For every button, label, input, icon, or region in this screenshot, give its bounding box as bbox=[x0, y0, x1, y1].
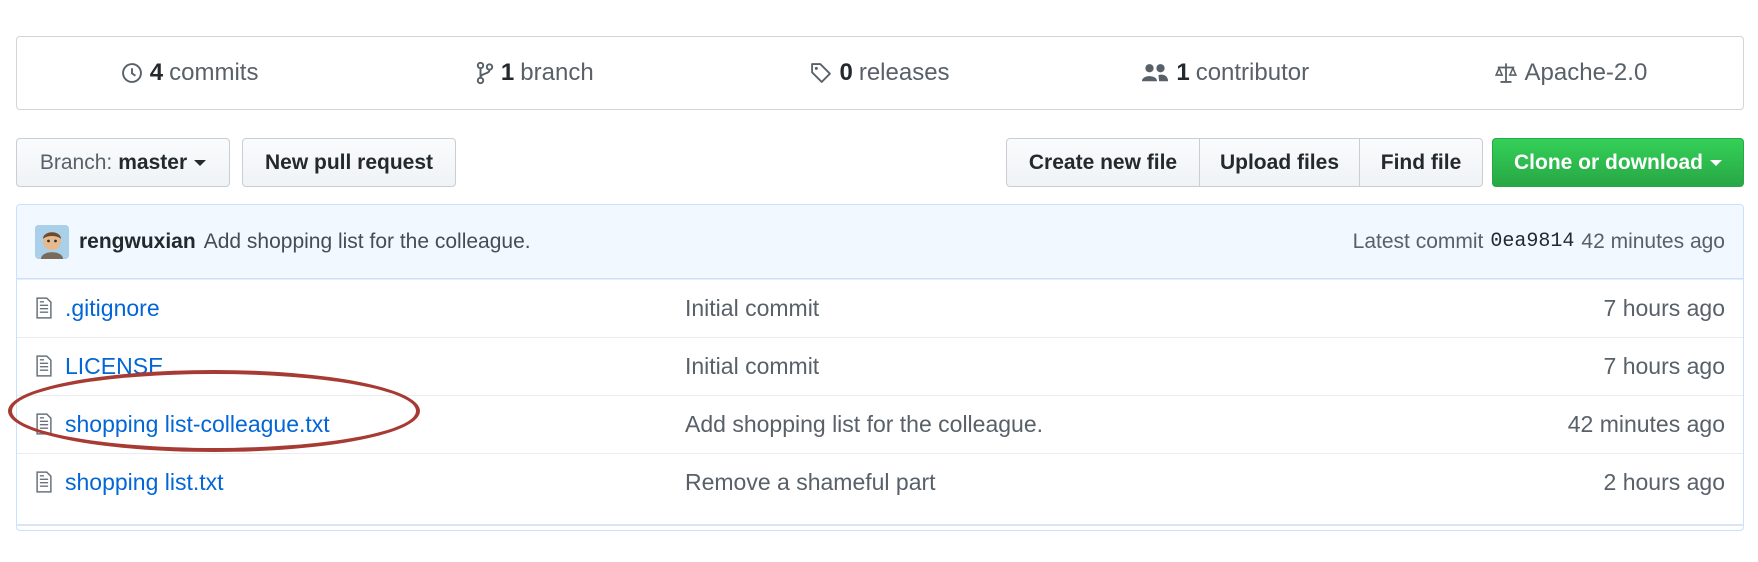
find-file-button[interactable]: Find file bbox=[1359, 138, 1483, 187]
numbers-summary: 4 commits 1 branch 0 releases 1 contribu… bbox=[16, 36, 1744, 110]
file-commit-message[interactable]: Initial commit bbox=[685, 295, 819, 322]
file-name-link[interactable]: shopping list.txt bbox=[65, 469, 224, 496]
table-row: .gitignore Initial commit 7 hours ago bbox=[17, 279, 1743, 337]
table-row: LICENSE Initial commit 7 hours ago bbox=[17, 337, 1743, 395]
readme-divider bbox=[16, 524, 1744, 526]
create-new-file-button[interactable]: Create new file bbox=[1006, 138, 1200, 187]
clone-label: Clone or download bbox=[1514, 150, 1703, 174]
file-icon bbox=[36, 413, 52, 435]
table-row: shopping list.txt Remove a shameful part… bbox=[17, 453, 1743, 511]
file-icon bbox=[36, 471, 52, 493]
file-age: 2 hours ago bbox=[1603, 469, 1725, 495]
releases-label: releases bbox=[858, 59, 950, 86]
people-icon bbox=[1142, 64, 1169, 82]
branch-icon bbox=[476, 61, 494, 85]
file-table: rengwuxian Add shopping list for the col… bbox=[16, 204, 1744, 531]
branch-name: master bbox=[118, 150, 188, 174]
contributors-link[interactable]: 1 contributor bbox=[1053, 59, 1398, 87]
commit-author[interactable]: rengwuxian bbox=[79, 230, 196, 254]
commit-age: 42 minutes ago bbox=[1581, 229, 1725, 253]
branches-link[interactable]: 1 branch bbox=[362, 59, 707, 87]
contributor-label: contributor bbox=[1195, 59, 1310, 86]
latest-commit-prefix: Latest commit bbox=[1352, 229, 1484, 253]
latest-commit-bar: rengwuxian Add shopping list for the col… bbox=[17, 205, 1743, 279]
caret-down-icon bbox=[194, 159, 207, 166]
file-actions-group: Create new file Upload files Find file bbox=[1006, 138, 1483, 187]
commits-count: 4 bbox=[149, 59, 164, 86]
branch-label: branch bbox=[520, 59, 594, 86]
license-name: Apache-2.0 bbox=[1524, 59, 1648, 86]
clone-or-download-button[interactable]: Clone or download bbox=[1492, 138, 1744, 187]
commit-message[interactable]: Add shopping list for the colleague. bbox=[204, 230, 531, 254]
tag-icon bbox=[811, 63, 832, 83]
history-icon bbox=[121, 63, 142, 83]
branch-count: 1 bbox=[500, 59, 515, 86]
law-icon bbox=[1494, 63, 1517, 83]
file-navigation: Branch: master New pull request Create n… bbox=[16, 138, 1744, 187]
branch-select-button[interactable]: Branch: master bbox=[16, 138, 230, 187]
file-commit-message[interactable]: Initial commit bbox=[685, 353, 819, 380]
file-icon bbox=[36, 355, 52, 377]
releases-count: 0 bbox=[839, 59, 853, 86]
file-name-link[interactable]: shopping list-colleague.txt bbox=[65, 411, 330, 438]
releases-link[interactable]: 0 releases bbox=[707, 59, 1052, 87]
caret-down-icon bbox=[1710, 159, 1722, 166]
contributor-count: 1 bbox=[1176, 59, 1190, 86]
avatar[interactable] bbox=[35, 224, 69, 259]
latest-commit-info: Latest commit 0ea9814 42 minutes ago bbox=[1353, 230, 1725, 254]
file-age: 7 hours ago bbox=[1603, 295, 1725, 321]
upload-files-button[interactable]: Upload files bbox=[1199, 138, 1360, 187]
file-commit-message[interactable]: Remove a shameful part bbox=[685, 469, 936, 496]
license-link[interactable]: Apache-2.0 bbox=[1398, 59, 1743, 87]
commit-sha[interactable]: 0ea9814 bbox=[1490, 230, 1574, 253]
branch-prefix: Branch: bbox=[39, 150, 113, 174]
table-row: shopping list-colleague.txt Add shopping… bbox=[17, 395, 1743, 453]
new-pull-request-button[interactable]: New pull request bbox=[242, 138, 456, 187]
file-age: 42 minutes ago bbox=[1567, 411, 1725, 437]
commits-label: commits bbox=[169, 59, 259, 86]
file-name-link[interactable]: .gitignore bbox=[65, 295, 160, 322]
file-age: 7 hours ago bbox=[1603, 353, 1725, 379]
file-commit-message[interactable]: Add shopping list for the colleague. bbox=[685, 411, 1043, 438]
file-icon bbox=[36, 297, 52, 319]
commits-link[interactable]: 4 commits bbox=[17, 59, 362, 87]
file-name-link[interactable]: LICENSE bbox=[65, 353, 163, 380]
